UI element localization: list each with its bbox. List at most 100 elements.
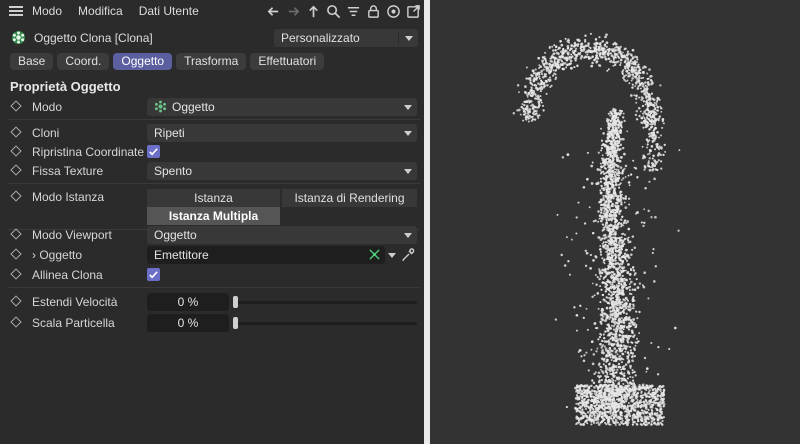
particle [604, 319, 607, 323]
particle [621, 414, 624, 417]
particle [567, 39, 570, 42]
particle [611, 402, 615, 405]
keyframe-icon[interactable] [10, 126, 22, 138]
particle [600, 192, 603, 195]
particle [574, 43, 578, 47]
estendi-velocita-slider-track[interactable] [236, 301, 417, 304]
particle [537, 56, 540, 60]
particle [544, 59, 547, 62]
viewport[interactable] [430, 0, 800, 444]
keyframe-icon[interactable] [10, 145, 22, 157]
particle [593, 372, 596, 376]
chevron-down-icon[interactable] [388, 253, 396, 258]
scala-particella-slider-track[interactable] [236, 322, 417, 325]
particle [605, 306, 609, 310]
particle [617, 48, 621, 51]
allinea-checkbox[interactable] [147, 268, 160, 281]
menu-dati-utente[interactable]: Dati Utente [139, 4, 199, 18]
keyframe-icon[interactable] [10, 100, 22, 112]
particle [629, 285, 632, 288]
oggetto-link-field[interactable]: Emettitore [147, 246, 385, 264]
segment-istanza-di-rendering[interactable]: Istanza di Rendering [282, 189, 417, 207]
particle [516, 84, 520, 87]
lock-icon[interactable] [364, 2, 382, 20]
estendi-velocita-slider-handle[interactable] [233, 296, 238, 308]
particle [619, 222, 623, 225]
keyframe-icon[interactable] [10, 164, 22, 176]
keyframe-icon[interactable] [10, 248, 22, 260]
hamburger-menu-icon[interactable] [9, 6, 23, 16]
estendi-velocita-input[interactable]: 0 % [147, 293, 229, 311]
particle [596, 292, 600, 295]
particle [534, 109, 538, 113]
particle [643, 166, 647, 169]
particle [640, 409, 644, 412]
particle [618, 212, 621, 215]
open-window-icon[interactable] [404, 2, 422, 20]
particle [564, 57, 568, 60]
tab-base[interactable]: Base [10, 53, 54, 70]
particle [537, 116, 540, 119]
particle [599, 177, 602, 180]
segment-istanza[interactable]: Istanza [147, 189, 280, 207]
particle [612, 328, 615, 331]
keyframe-icon[interactable] [10, 295, 22, 307]
preset-dropdown[interactable]: Personalizzato [274, 29, 418, 47]
arrow-right-icon[interactable] [284, 2, 302, 20]
arrow-left-icon[interactable] [264, 2, 282, 20]
particle [650, 131, 653, 135]
tab-oggetto[interactable]: Oggetto [113, 53, 173, 70]
keyframe-icon[interactable] [10, 268, 22, 280]
particle [623, 242, 626, 245]
particle [660, 393, 663, 396]
particle [548, 72, 551, 75]
particle [615, 419, 618, 422]
search-icon[interactable] [324, 2, 342, 20]
particle [607, 127, 611, 131]
modo-dropdown[interactable]: Oggetto [147, 98, 417, 116]
keyframe-icon[interactable] [10, 228, 22, 240]
menu-modo[interactable]: Modo [32, 4, 62, 18]
fissa-texture-dropdown[interactable]: Spento [147, 162, 417, 180]
particle [616, 139, 619, 143]
segment-istanza-multipla[interactable]: Istanza Multipla [147, 207, 280, 225]
cloni-dropdown[interactable]: Ripeti [147, 124, 417, 142]
particle [646, 88, 649, 91]
particle [642, 83, 645, 86]
particle [653, 111, 656, 114]
particle [633, 66, 636, 69]
particle [617, 221, 621, 225]
menu-modifica[interactable]: Modifica [78, 4, 123, 18]
particle [628, 328, 630, 331]
particle [622, 318, 626, 322]
ripristina-checkbox[interactable] [147, 145, 160, 158]
scala-particella-slider-handle[interactable] [233, 317, 238, 329]
particle [628, 325, 632, 328]
particle [631, 86, 634, 89]
scala-particella-input[interactable]: 0 % [147, 314, 229, 332]
tab-trasforma[interactable]: Trasforma [176, 53, 247, 70]
particle [583, 56, 586, 59]
target-icon[interactable] [384, 2, 402, 20]
arrow-up-icon[interactable] [304, 2, 322, 20]
expand-arrow-icon[interactable]: › Oggetto [32, 248, 82, 262]
particle [627, 241, 630, 244]
particle [582, 359, 586, 363]
particle [563, 264, 567, 267]
particle [615, 227, 618, 230]
particle [582, 316, 585, 320]
particle [655, 145, 659, 148]
particle [602, 188, 606, 192]
keyframe-icon[interactable] [10, 190, 22, 202]
particle [528, 108, 532, 111]
filter-icon[interactable] [344, 2, 362, 20]
modo-viewport-dropdown[interactable]: Oggetto [147, 226, 417, 244]
particle [537, 75, 541, 78]
keyframe-icon[interactable] [10, 316, 22, 328]
particle [597, 42, 600, 45]
picker-icon[interactable] [400, 247, 416, 263]
particle [553, 56, 556, 60]
tab-coord[interactable]: Coord. [57, 53, 110, 70]
particle [603, 388, 607, 391]
tab-effettuatori[interactable]: Effettuatori [250, 53, 325, 70]
